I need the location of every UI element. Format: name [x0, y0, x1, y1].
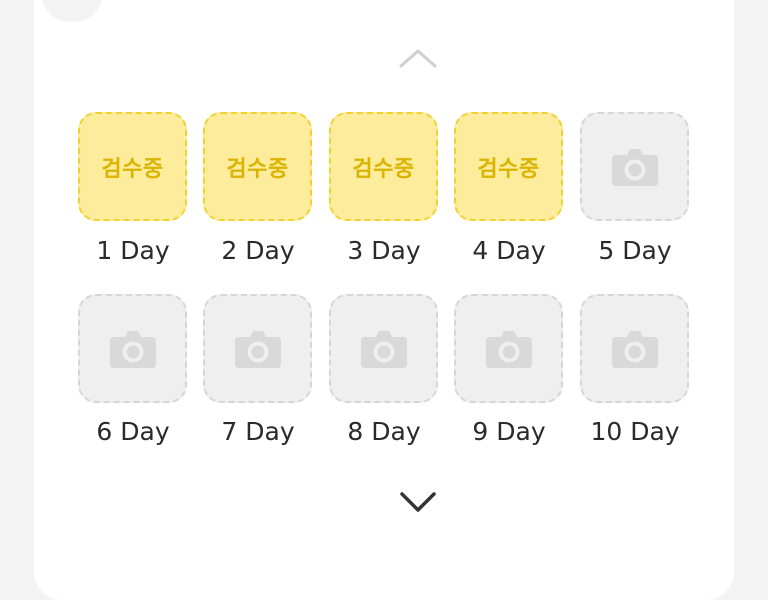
review-status-badge: 검수중: [477, 156, 540, 182]
chevron-down-icon: [400, 492, 436, 512]
camera-icon: [360, 330, 407, 368]
scroll-down-button[interactable]: [398, 490, 438, 514]
day-tile-6[interactable]: [78, 294, 187, 403]
day-label-7: 7 Day: [221, 417, 295, 446]
camera-icon: [485, 330, 532, 368]
review-status-badge: 검수중: [226, 156, 289, 182]
camera-icon: [109, 330, 156, 368]
day-label-9: 9 Day: [472, 417, 546, 446]
camera-icon: [611, 148, 658, 186]
day-tile-9[interactable]: [454, 294, 563, 403]
day-label-3: 3 Day: [347, 236, 421, 265]
day-tile-3[interactable]: 검수중: [329, 112, 438, 221]
day-tile-10[interactable]: [580, 294, 689, 403]
review-status-badge: 검수중: [352, 156, 415, 182]
day-tile-5[interactable]: [580, 112, 689, 221]
card-notch-right: [738, 0, 768, 22]
card-notch-left: [42, 0, 102, 22]
day-label-8: 8 Day: [347, 417, 421, 446]
day-tile-1[interactable]: 검수중: [78, 112, 187, 221]
camera-icon: [611, 330, 658, 368]
day-grid-card: 검수중 1 Day 검수중 2 Day 검수중 3 Day 검수중 4 Day …: [34, 0, 768, 600]
day-tile-4[interactable]: 검수중: [454, 112, 563, 221]
day-tile-2[interactable]: 검수중: [203, 112, 312, 221]
day-label-10: 10 Day: [590, 417, 680, 446]
day-tile-7[interactable]: [203, 294, 312, 403]
scroll-up-button[interactable]: [398, 46, 438, 70]
day-label-5: 5 Day: [598, 236, 672, 265]
day-label-6: 6 Day: [96, 417, 170, 446]
camera-icon: [234, 330, 281, 368]
day-tile-8[interactable]: [329, 294, 438, 403]
day-label-1: 1 Day: [96, 236, 170, 265]
review-status-badge: 검수중: [101, 156, 164, 182]
chevron-up-icon: [399, 49, 437, 68]
day-label-2: 2 Day: [221, 236, 295, 265]
day-label-4: 4 Day: [472, 236, 546, 265]
